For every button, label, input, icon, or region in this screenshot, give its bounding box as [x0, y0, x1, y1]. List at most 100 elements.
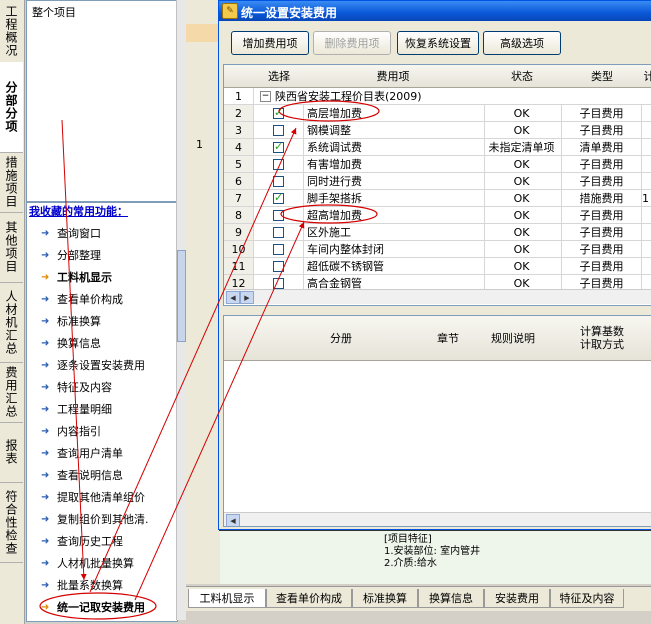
table-row[interactable]: 10 车间内整体封闭 OK 子目费用: [224, 241, 651, 258]
tree-root-item[interactable]: 整个项目: [32, 4, 76, 20]
fee-item-cell[interactable]: 车间内整体封闭: [304, 241, 485, 258]
left-tab[interactable]: 其他项目: [0, 212, 23, 283]
select-checkbox[interactable]: [273, 260, 284, 272]
select-checkbox[interactable]: [273, 140, 284, 153]
row-number: 5: [224, 156, 254, 173]
function-item[interactable]: ➜ 人材机批量换算: [41, 553, 134, 573]
function-item[interactable]: ➜ 查看单价构成: [41, 289, 123, 309]
bottom-tab[interactable]: 特征及内容: [550, 589, 624, 608]
function-item-label: 特征及内容: [57, 381, 112, 394]
table-row[interactable]: 6 同时进行费 OK 子目费用: [224, 173, 651, 190]
table-row[interactable]: 5 有害增加费 OK 子目费用: [224, 156, 651, 173]
fee-item-cell[interactable]: 区外施工: [304, 224, 485, 241]
table-row[interactable]: 3 钢模调整 OK 子目费用: [224, 122, 651, 139]
select-cell: [254, 173, 304, 190]
extra-cell: [642, 224, 651, 241]
column-header-rule-description[interactable]: 规则说明: [468, 316, 559, 361]
function-item[interactable]: ➜ 内容指引: [41, 421, 101, 441]
select-checkbox[interactable]: [273, 175, 284, 187]
select-checkbox[interactable]: [273, 124, 284, 136]
left-tab[interactable]: 人材机汇总: [0, 282, 23, 363]
column-header-calc-basis[interactable]: 计算基数 计取方式: [558, 316, 647, 361]
fee-item-cell[interactable]: 超高增加费: [304, 207, 485, 224]
function-item[interactable]: ➜ 工料机显示: [41, 267, 112, 287]
add-fee-item-button[interactable]: 增加费用项: [231, 31, 309, 55]
bottom-tab[interactable]: 安装费用: [484, 589, 550, 608]
select-checkbox[interactable]: [273, 226, 284, 238]
select-cell: [254, 224, 304, 241]
left-tab[interactable]: 报表: [0, 422, 23, 483]
select-checkbox[interactable]: [273, 191, 284, 204]
row-number: 11: [224, 258, 254, 275]
function-item[interactable]: ➜ 逐条设置安装费用: [41, 355, 145, 375]
column-header-extra[interactable]: 计: [642, 65, 651, 88]
column-header-fee-item[interactable]: 费用项: [304, 65, 483, 88]
dialog-title-bar[interactable]: ✎ 统一设置安装费用: [219, 1, 651, 21]
function-item[interactable]: ➜ 提取其他清单组价: [41, 487, 145, 507]
function-item[interactable]: ➜ 批量系数换算: [41, 575, 123, 595]
column-header-type[interactable]: 类型: [562, 65, 643, 88]
select-checkbox[interactable]: [273, 243, 284, 255]
bottom-tab[interactable]: 换算信息: [418, 589, 484, 608]
left-tab[interactable]: 符合性检查: [0, 482, 23, 563]
arrow-icon: ➜: [41, 293, 50, 305]
scroll-left-icon[interactable]: ◀: [226, 514, 240, 526]
left-tab-label: 分部分项: [4, 81, 18, 133]
scroll-right-icon[interactable]: ▶: [240, 291, 254, 304]
delete-fee-item-button[interactable]: 删除费用项: [313, 31, 391, 55]
bottom-tab[interactable]: 查看单价构成: [266, 589, 352, 608]
left-tab[interactable]: 分部分项: [0, 62, 23, 153]
select-checkbox[interactable]: [273, 158, 284, 170]
fee-item-cell[interactable]: 同时进行费: [304, 173, 485, 190]
column-header-select[interactable]: 选择: [254, 65, 305, 88]
function-item[interactable]: ➜ 统一记取安装费用: [41, 597, 145, 617]
table-row[interactable]: 4 系统调试费未指定清单项清单费用: [224, 139, 651, 156]
function-item[interactable]: ➜ 查询用户清单: [41, 443, 123, 463]
fee-item-cell[interactable]: 系统调试费: [304, 139, 485, 156]
row-number: 10: [224, 241, 254, 258]
select-checkbox[interactable]: [273, 209, 284, 221]
fee-item-cell[interactable]: 钢模调整: [304, 122, 485, 139]
function-panel-scroll-thumb[interactable]: [177, 250, 186, 342]
fee-item-cell[interactable]: 超低碳不锈钢管: [304, 258, 485, 275]
function-item[interactable]: ➜ 复制组价到其他清.: [41, 509, 149, 529]
column-header-volume[interactable]: 分册: [254, 316, 429, 361]
select-cell: [254, 258, 304, 275]
function-item[interactable]: ➜ 查看说明信息: [41, 465, 123, 485]
left-tab[interactable]: 工程概况: [0, 0, 23, 63]
advanced-options-button[interactable]: 高级选项: [483, 31, 561, 55]
left-tab[interactable]: 措施项目: [0, 152, 23, 213]
restore-system-settings-button[interactable]: 恢复系统设置: [397, 31, 479, 55]
table-row-group[interactable]: 1 − 陕西省安装工程价目表(2009): [224, 88, 651, 105]
extra-cell: [642, 207, 651, 224]
function-item-label: 查询用户清单: [57, 447, 123, 460]
function-item[interactable]: ➜ 分部整理: [41, 245, 101, 265]
column-header-chapter[interactable]: 章节: [428, 316, 469, 361]
table-row[interactable]: 8 超高增加费 OK 子目费用: [224, 207, 651, 224]
function-item[interactable]: ➜ 换算信息: [41, 333, 101, 353]
column-header-status[interactable]: 状态: [482, 65, 563, 88]
grid-splitter[interactable]: [223, 307, 651, 313]
bottom-tab[interactable]: 标准换算: [352, 589, 418, 608]
fee-item-cell[interactable]: 高层增加费: [304, 105, 485, 122]
table-row[interactable]: 7 脚手架搭拆OK措施费用1: [224, 190, 651, 207]
select-checkbox[interactable]: [273, 106, 284, 119]
function-item[interactable]: ➜ 标准换算: [41, 311, 101, 331]
fee-item-cell[interactable]: 脚手架搭拆: [304, 190, 485, 207]
collapse-toggle[interactable]: −: [260, 90, 271, 102]
function-item[interactable]: ➜ 工程量明细: [41, 399, 112, 419]
rule-grid-horizontal-scrollbar[interactable]: ◀: [224, 512, 651, 526]
left-tab[interactable]: 费用汇总: [0, 362, 23, 423]
bottom-tab[interactable]: 工料机显示: [188, 589, 266, 608]
table-row[interactable]: 9 区外施工 OK 子目费用: [224, 224, 651, 241]
function-item[interactable]: ➜ 特征及内容: [41, 377, 112, 397]
scroll-left-icon[interactable]: ◀: [226, 291, 240, 304]
select-checkbox[interactable]: [273, 277, 284, 289]
fee-grid-horizontal-scrollbar[interactable]: ◀ ▶: [224, 289, 651, 304]
fee-item-cell[interactable]: 有害增加费: [304, 156, 485, 173]
function-item[interactable]: ➜ 查询窗口: [41, 223, 101, 243]
table-row[interactable]: 2 高层增加费OK子目费用: [224, 105, 651, 122]
grid-corner: [224, 316, 255, 361]
table-row[interactable]: 11 超低碳不锈钢管 OK 子目费用: [224, 258, 651, 275]
function-item[interactable]: ➜ 查询历史工程: [41, 531, 123, 551]
